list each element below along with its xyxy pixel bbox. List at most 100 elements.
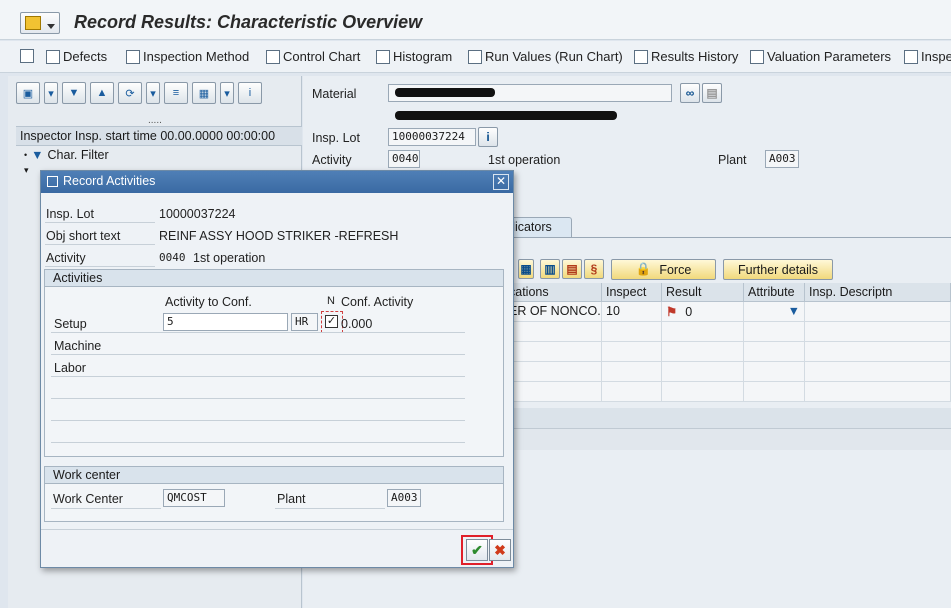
- info-icon[interactable]: i: [478, 127, 498, 147]
- column-header[interactable]: Attribute: [744, 283, 805, 301]
- person-list-icon: [20, 49, 34, 63]
- control-chart-icon: [266, 49, 280, 64]
- grid-area-lower: [505, 428, 951, 450]
- dropdown-arrow-icon[interactable]: ▾: [44, 82, 58, 104]
- expand-all-icon[interactable]: ▼: [62, 82, 86, 104]
- histogram-icon: [376, 49, 390, 64]
- tree-node-label: Char. Filter: [47, 148, 109, 162]
- toolbar-item-run-chart[interactable]: Run Values (Run Chart): [468, 49, 623, 64]
- toolbar-item-inspector[interactable]: Inspe: [904, 49, 951, 64]
- document-display-icon[interactable]: ▤: [702, 83, 722, 103]
- column-header[interactable]: cations: [505, 283, 602, 301]
- document-icon: [46, 49, 60, 64]
- folder-icon[interactable]: ▣: [16, 82, 40, 104]
- setup-activity-input[interactable]: 5: [163, 313, 288, 331]
- attribute-cell[interactable]: ▼: [744, 302, 805, 321]
- splitter-handle[interactable]: .....: [148, 115, 162, 126]
- dialog-footer-divider: [41, 529, 513, 530]
- table-row[interactable]: ER OF NONCO... 10 ⚑ 0 ▼: [505, 302, 951, 322]
- calculator-icon[interactable]: ▥: [540, 259, 560, 279]
- record-activities-dialog: Record Activities ✕ Insp. Lot 1000003722…: [40, 170, 514, 568]
- run-chart-icon: [468, 49, 482, 64]
- column-header[interactable]: Inspect: [602, 283, 662, 301]
- further-details-button[interactable]: Further details: [723, 259, 833, 280]
- column-n: N: [327, 295, 335, 307]
- filter-icon: ▼: [31, 148, 44, 162]
- result-cell[interactable]: ⚑ 0: [662, 302, 744, 321]
- toolbar-item-histogram[interactable]: Histogram: [376, 49, 452, 64]
- activity-label: Activity: [46, 251, 86, 265]
- inspector-icon: [904, 49, 918, 64]
- column-header[interactable]: Result: [662, 283, 744, 301]
- toolbar-label: Histogram: [393, 49, 453, 64]
- lock-icon: 🔒: [635, 262, 652, 276]
- activity-label: Activity: [312, 153, 352, 167]
- chevron-down-icon: ▼: [787, 304, 800, 318]
- work-center-group: Work center Work Center QMCOST Plant A00…: [44, 466, 504, 522]
- tree-node-char-filter[interactable]: • ▼ Char. Filter: [24, 148, 109, 162]
- toolbar-item-overview[interactable]: [20, 49, 34, 63]
- table-row[interactable]: [505, 342, 951, 362]
- tree-column-header: Inspector Insp. start time 00.00.0000 00…: [16, 126, 302, 146]
- force-button[interactable]: 🔒 Force: [611, 259, 716, 280]
- valuation-icon: [750, 49, 764, 64]
- labor-label: Labor: [54, 361, 86, 375]
- setup-unit-field[interactable]: HR: [291, 313, 318, 331]
- plant-label: Plant: [277, 492, 306, 506]
- continue-button[interactable]: ✔: [466, 539, 488, 561]
- inspection-method-icon: [126, 49, 140, 64]
- insp-lot-label: Insp. Lot: [312, 131, 360, 145]
- setup-conf-activity: 0.000: [341, 317, 373, 331]
- dialog-title: Record Activities: [63, 174, 156, 188]
- dropdown-arrow-icon[interactable]: ▾: [220, 82, 234, 104]
- toolbar-item-control-chart[interactable]: Control Chart: [266, 49, 360, 64]
- table-row[interactable]: [505, 382, 951, 402]
- table-cell[interactable]: [805, 302, 951, 321]
- report-icon[interactable]: ▤: [562, 259, 582, 279]
- confirm-checkbox[interactable]: ✓: [325, 315, 338, 328]
- obj-short-text-label: Obj short text: [46, 229, 121, 243]
- info-icon[interactable]: i: [238, 82, 262, 104]
- column-conf-activity: Conf. Activity: [341, 295, 414, 309]
- toolbar-label: Results History: [651, 49, 739, 64]
- plant-field: A003: [387, 489, 421, 507]
- toolbar-item-inspection-method[interactable]: Inspection Method: [126, 49, 249, 64]
- glasses-icon[interactable]: ∞: [680, 83, 700, 103]
- toolbar-label: Inspection Method: [143, 49, 250, 64]
- toolbar-item-defects[interactable]: Defects: [46, 49, 107, 64]
- tree-expand-icon[interactable]: ▾: [24, 165, 29, 176]
- table-row[interactable]: [505, 362, 951, 382]
- system-menu-button[interactable]: [20, 12, 60, 34]
- grid-header-row: cations Inspect Result Attribute Insp. D…: [505, 283, 951, 302]
- redaction-bar: [395, 111, 617, 120]
- activity-text: 1st operation: [488, 153, 561, 167]
- insp-lot-label: Insp. Lot: [46, 207, 94, 221]
- column-header[interactable]: Insp. Descriptn: [805, 283, 951, 301]
- table-cell[interactable]: 10: [602, 302, 662, 321]
- dropdown-arrow-icon[interactable]: ▾: [146, 82, 160, 104]
- table-icon[interactable]: ▦: [518, 259, 534, 279]
- refresh-icon[interactable]: ⟳: [118, 82, 142, 104]
- chevron-down-icon: [47, 24, 55, 29]
- menu-icon: [25, 16, 41, 30]
- layout-icon[interactable]: ▦: [192, 82, 216, 104]
- window-icon: [47, 176, 58, 187]
- toolbar-label: Run Values (Run Chart): [485, 49, 623, 64]
- obj-short-text-value: REINF ASSY HOOD STRIKER -REFRESH: [159, 229, 399, 243]
- table-row[interactable]: [505, 322, 951, 342]
- toolbar-item-valuation-parameters[interactable]: Valuation Parameters: [750, 49, 891, 64]
- toolbar-label: Inspe: [921, 49, 951, 64]
- group-header: Work center: [45, 467, 503, 484]
- plant-label: Plant: [718, 153, 747, 167]
- material-label: Material: [312, 87, 357, 101]
- select-icon[interactable]: ≡: [164, 82, 188, 104]
- setup-label: Setup: [54, 317, 87, 331]
- close-icon[interactable]: ✕: [493, 174, 509, 190]
- toolbar-item-results-history[interactable]: Results History: [634, 49, 738, 64]
- scroll-icon[interactable]: §: [584, 259, 604, 279]
- redaction-bar: [395, 88, 495, 97]
- activity-value: 0040: [159, 251, 186, 264]
- cancel-button[interactable]: ✖: [489, 539, 511, 561]
- collapse-all-icon[interactable]: ▲: [90, 82, 114, 104]
- tab-indicators[interactable]: dicators: [505, 217, 572, 237]
